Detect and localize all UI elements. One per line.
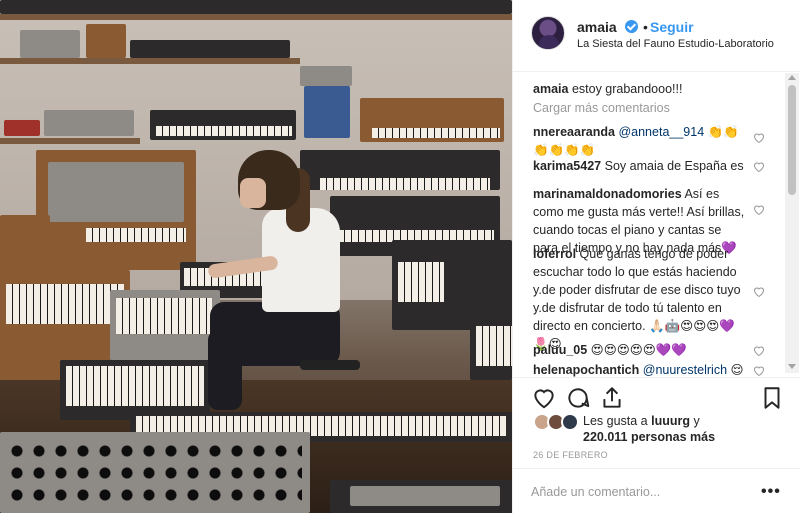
comment-item: nnereaaranda @anneta__914 👏👏👏👏👏👏 xyxy=(533,123,747,159)
photo-keyboard xyxy=(6,284,124,324)
comment-text: 😌 xyxy=(727,363,744,377)
verified-icon xyxy=(625,20,638,33)
follow-button[interactable]: Seguir xyxy=(650,19,694,35)
user-avatar[interactable] xyxy=(531,16,565,50)
comment-item: helenapochantich @nuurestelrich 😌 xyxy=(533,361,747,377)
photo-gear xyxy=(48,162,184,222)
comment-username[interactable]: helenapochantich xyxy=(533,363,639,377)
photo-keyboard xyxy=(66,366,204,406)
caption-username[interactable]: amaia xyxy=(533,82,568,96)
scroll-up-icon[interactable] xyxy=(788,75,796,80)
photo-gear xyxy=(0,0,512,14)
scroll-down-icon[interactable] xyxy=(788,364,796,369)
post-caption: amaia estoy grabandooo!!! xyxy=(533,81,773,97)
comment-username[interactable]: loferrol xyxy=(533,247,576,261)
photo-gear xyxy=(44,110,134,136)
likes-summary: Les gusta a luuurg y 220.011 personas má… xyxy=(513,410,800,444)
post-photo[interactable] xyxy=(0,0,512,513)
comment-item: loferrol Que ganas tengo de poder escuch… xyxy=(533,245,747,353)
post-location[interactable]: La Siesta del Fauno Estudio-Laboratorio xyxy=(577,38,774,50)
photo-gear xyxy=(350,486,500,506)
comment-username[interactable]: paluu_05 xyxy=(533,343,587,357)
photo-gear xyxy=(86,24,126,58)
post-username[interactable]: amaia xyxy=(577,19,617,35)
photo-keyboard xyxy=(476,326,512,366)
post-header: amaia • Seguir La Siesta del Fauno Estud… xyxy=(513,0,800,72)
comment-username[interactable]: karima5427 xyxy=(533,159,601,173)
heart-icon[interactable] xyxy=(531,385,557,411)
comment-username[interactable]: nnereaaranda xyxy=(533,125,615,139)
likes-text: Les gusta a luuurg y 220.011 personas má… xyxy=(583,413,715,445)
photo-keyboard xyxy=(320,178,490,190)
photo-shelf xyxy=(0,14,512,20)
heart-icon[interactable] xyxy=(753,161,765,172)
comment-text: 😍😍😍😍😍💜💜 xyxy=(590,343,687,357)
share-icon[interactable] xyxy=(599,385,625,411)
photo-gear xyxy=(130,40,290,58)
comment-item: karima5427 Soy amaia de España es xyxy=(533,157,747,175)
heart-icon[interactable] xyxy=(753,286,765,297)
comment-icon[interactable] xyxy=(565,385,591,411)
scroll-thumb[interactable] xyxy=(788,85,796,195)
separator-dot: • xyxy=(643,19,648,35)
more-options-icon[interactable]: ••• xyxy=(761,483,781,501)
photo-keyboard xyxy=(398,262,444,302)
photo-keyboard xyxy=(372,128,500,138)
likes-prefix: Les gusta a xyxy=(583,414,652,428)
photo-keyboard xyxy=(156,126,292,136)
photo-gear xyxy=(4,120,40,136)
comments-list[interactable]: amaia estoy grabandooo!!! Cargar más com… xyxy=(513,73,800,377)
photo-stool xyxy=(300,360,360,370)
photo-knobs xyxy=(6,440,302,510)
comment-username[interactable]: marinamaldonadomories xyxy=(533,187,682,201)
add-comment-bar: ••• xyxy=(513,468,800,513)
load-more-comments-button[interactable]: Cargar más comentarios xyxy=(533,101,670,115)
photo-gear xyxy=(0,215,50,275)
likes-user[interactable]: luuurg xyxy=(651,414,690,428)
comments-scrollbar[interactable] xyxy=(785,73,799,373)
post-date[interactable]: 26 DE FEBRERO xyxy=(533,450,608,460)
photo-person-face xyxy=(240,178,266,208)
heart-icon[interactable] xyxy=(753,132,765,143)
bookmark-icon[interactable] xyxy=(759,385,785,411)
comment-mention[interactable]: @anneta__914 xyxy=(618,125,704,139)
comment-mention[interactable]: @nuurestelrich xyxy=(643,363,727,377)
likes-suffix: y xyxy=(690,414,700,428)
heart-icon[interactable] xyxy=(753,204,765,215)
comment-text: Soy amaia de España es xyxy=(604,159,744,173)
photo-gear xyxy=(20,30,80,58)
comment-text: Que ganas tengo de poder escuchar todo l… xyxy=(533,247,741,351)
comment-item: paluu_05 😍😍😍😍😍💜💜 xyxy=(533,341,747,359)
likes-count[interactable]: 220.011 personas más xyxy=(583,430,715,444)
photo-keyboard xyxy=(86,228,186,242)
photo-keyboard xyxy=(116,298,212,334)
photo-gear xyxy=(300,66,352,86)
liker-avatar[interactable] xyxy=(561,413,579,431)
add-comment-input[interactable] xyxy=(531,481,751,503)
caption-text: estoy grabandooo!!! xyxy=(571,82,683,96)
photo-gear xyxy=(304,86,350,138)
photo-shelf xyxy=(0,58,300,64)
heart-icon[interactable] xyxy=(753,345,765,356)
post-sidebar: amaia • Seguir La Siesta del Fauno Estud… xyxy=(512,0,800,513)
heart-icon[interactable] xyxy=(753,365,765,376)
photo-shelf xyxy=(0,138,140,144)
